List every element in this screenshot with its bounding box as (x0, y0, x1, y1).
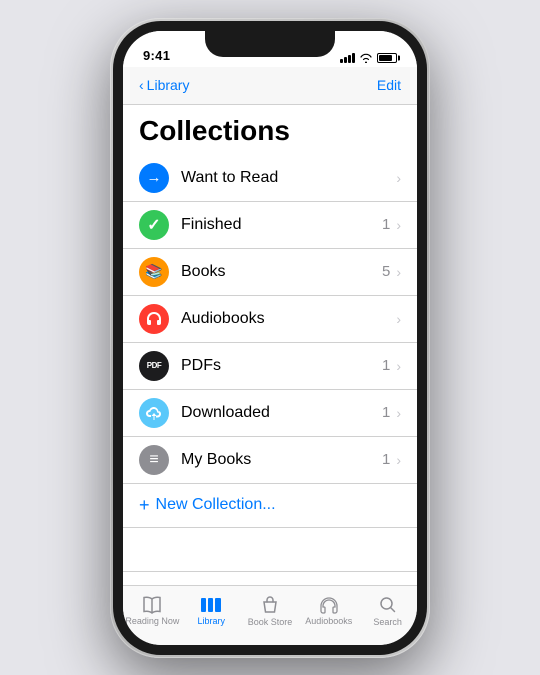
phone-inner: 9:41 (113, 21, 427, 655)
notch (205, 31, 335, 57)
phone-frame: 9:41 (110, 18, 430, 658)
book-open-icon (141, 596, 163, 614)
library-icon (200, 596, 222, 614)
battery-icon (377, 53, 397, 63)
pdfs-icon: PDF (139, 351, 169, 381)
collection-name: PDFs (181, 357, 382, 375)
my-books-icon (139, 445, 169, 475)
empty-row (123, 572, 417, 585)
plus-icon: + (139, 495, 150, 516)
chevron-right-icon: › (396, 452, 401, 468)
books-icon: 📚 (139, 257, 169, 287)
status-time: 9:41 (143, 48, 170, 63)
want-to-read-icon (139, 163, 169, 193)
collection-name: Books (181, 263, 382, 281)
back-button[interactable]: ‹ Library (139, 77, 189, 93)
empty-row (123, 528, 417, 572)
list-item[interactable]: 📚 Books 5 › (123, 249, 417, 296)
tab-reading-now[interactable]: Reading Now (123, 596, 182, 626)
collection-count: 1 (382, 404, 390, 421)
chevron-right-icon: › (396, 264, 401, 280)
tab-label-library: Library (197, 616, 225, 626)
phone-screen: 9:41 (123, 31, 417, 645)
tab-label-audiobooks: Audiobooks (305, 616, 352, 626)
back-label: Library (147, 77, 190, 93)
tab-search[interactable]: Search (358, 595, 417, 627)
collection-count: 1 (382, 216, 390, 233)
collection-count: 5 (382, 263, 390, 280)
collection-name: Audiobooks (181, 310, 396, 328)
new-collection-button[interactable]: + New Collection... (123, 484, 417, 528)
content-area: Collections Want to Read › (123, 105, 417, 585)
collection-count: 1 (382, 357, 390, 374)
collection-count: 1 (382, 451, 390, 468)
collection-name: Downloaded (181, 404, 382, 422)
tab-bar: Reading Now Library Book Store (123, 585, 417, 645)
chevron-right-icon: › (396, 311, 401, 327)
status-icons (340, 53, 397, 63)
downloaded-icon (139, 398, 169, 428)
tab-label-search: Search (373, 617, 402, 627)
chevron-right-icon: › (396, 405, 401, 421)
tab-label-reading-now: Reading Now (125, 616, 179, 626)
audiobooks-icon (139, 304, 169, 334)
collection-name: My Books (181, 451, 382, 469)
chevron-left-icon: ‹ (139, 77, 144, 93)
wifi-icon (359, 53, 373, 63)
chevron-right-icon: › (396, 358, 401, 374)
collections-list: Want to Read › Finished 1 › (123, 155, 417, 484)
list-item[interactable]: PDF PDFs 1 › (123, 343, 417, 390)
empty-rows (123, 528, 417, 585)
collection-name: Want to Read (181, 169, 396, 187)
tab-book-store[interactable]: Book Store (241, 595, 300, 627)
nav-bar: ‹ Library Edit (123, 67, 417, 105)
list-item[interactable]: Want to Read › (123, 155, 417, 202)
list-item[interactable]: Finished 1 › (123, 202, 417, 249)
chevron-right-icon: › (396, 170, 401, 186)
new-collection-label: New Collection... (156, 496, 276, 514)
tab-label-book-store: Book Store (248, 617, 293, 627)
collection-name: Finished (181, 216, 382, 234)
signal-bars-icon (340, 53, 355, 63)
headphones-tab-icon (318, 596, 340, 614)
list-item[interactable]: Downloaded 1 › (123, 390, 417, 437)
chevron-right-icon: › (396, 217, 401, 233)
tab-audiobooks[interactable]: Audiobooks (299, 596, 358, 626)
finished-icon (139, 210, 169, 240)
list-item[interactable]: Audiobooks › (123, 296, 417, 343)
page-title: Collections (123, 105, 417, 155)
bag-icon (260, 595, 280, 615)
list-item[interactable]: My Books 1 › (123, 437, 417, 484)
search-icon (378, 595, 398, 615)
tab-library[interactable]: Library (182, 596, 241, 626)
edit-button[interactable]: Edit (377, 77, 401, 93)
